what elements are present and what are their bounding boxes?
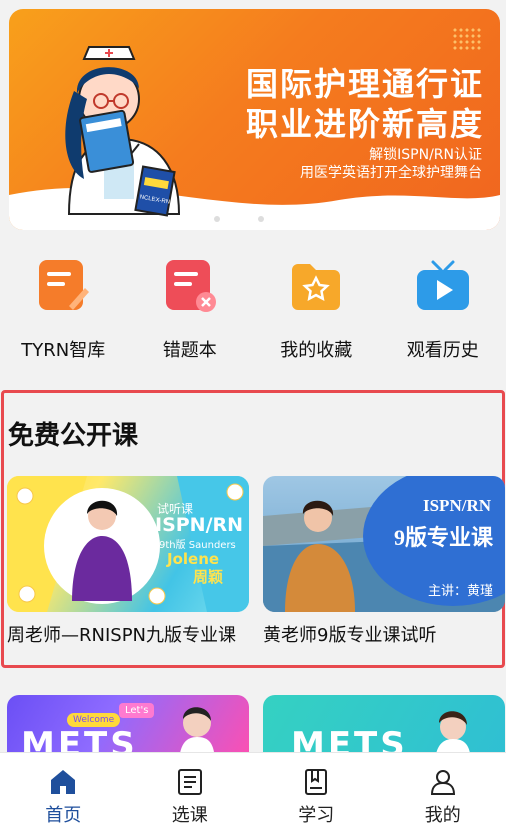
course-card[interactable]: 试听课 ISPN/RN 9th版 Saunders Jolene 周颖 周老师—… [7,476,249,650]
banner-subtitle-line1: 解锁ISPN/RN认证 [369,147,482,163]
quick-item-watch-history[interactable]: 观看历史 [383,258,503,368]
quick-item-label: TYRN智库 [21,340,106,361]
banner-headline-line2: 职业进阶新高度 [245,105,484,143]
thumbnail-line2: 9th版 Saunders [159,540,236,551]
quick-item-favorites[interactable]: 我的收藏 [256,258,376,368]
wrong-questions-icon [165,260,216,312]
tab-courses[interactable]: 选课 [127,753,254,837]
study-book-icon [305,769,328,795]
quick-item-label: 我的收藏 [280,340,353,361]
thumbnail-name-cn: 周颖 [193,568,224,586]
watch-history-tv-icon [416,260,469,310]
bottom-tab-bar: 首页 选课 学习 我的 [0,752,506,837]
thumbnail-line2: 9版专业课 [393,525,493,550]
quick-item-label: 观看历史 [406,340,479,361]
indicator-dot[interactable] [258,216,264,222]
knowledge-base-icon [39,260,90,310]
tab-label: 选课 [171,805,208,826]
tab-label: 学习 [298,805,335,826]
tab-label: 我的 [424,805,461,826]
favorites-folder-icon [292,264,341,310]
course-thumbnail[interactable]: 试听课 ISPN/RN 9th版 Saunders Jolene 周颖 [7,476,249,612]
course-list-icon [177,769,202,795]
card-tag: Let's [119,703,155,718]
profile-icon [430,770,455,795]
banner-subtitle-line2: 用医学英语打开全球护理舞台 [300,165,482,181]
course-title[interactable]: 黄老师9版专业课试听 [263,622,505,650]
indicator-dot[interactable] [214,216,220,222]
tab-home[interactable]: 首页 [0,753,127,837]
home-icon [51,770,76,794]
section-title-free-courses: 免费公开课 [8,421,139,451]
banner-page-indicator[interactable] [214,216,264,222]
tab-study[interactable]: 学习 [253,753,380,837]
thumbnail-teacher: 主讲：黄瑾 [427,583,493,598]
banner-dot-pattern [452,27,482,51]
indicator-dot-active[interactable] [226,216,252,222]
promo-banner[interactable]: NCLEX-RN 国际护理通行证 职业进阶新高度 解锁ISPN/RN认证 用医学… [9,9,500,230]
tab-label: 首页 [45,805,82,826]
course-thumbnail[interactable]: ISPN/RN 9版专业课 主讲：黄瑾 [263,476,505,612]
quick-menu: TYRN智库 错题本 我的收藏 观看历史 [0,258,506,368]
quick-item-knowledge-base[interactable]: TYRN智库 [3,258,123,368]
thumbnail-line1: ISPN/RN [422,496,491,515]
tab-profile[interactable]: 我的 [380,753,506,837]
app-screen: NCLEX-RN 国际护理通行证 职业进阶新高度 解锁ISPN/RN认证 用医学… [0,0,506,837]
course-title[interactable]: 周老师—RNISPN九版专业课 [7,622,249,650]
course-card[interactable]: ISPN/RN 9版专业课 主讲：黄瑾 黄老师9版专业课试听 [263,476,505,650]
thumbnail-line1: ISPN/RN [155,514,244,536]
quick-item-wrong-questions[interactable]: 错题本 [130,258,250,368]
nurse-illustration: NCLEX-RN [65,46,181,217]
quick-item-label: 错题本 [162,340,217,361]
